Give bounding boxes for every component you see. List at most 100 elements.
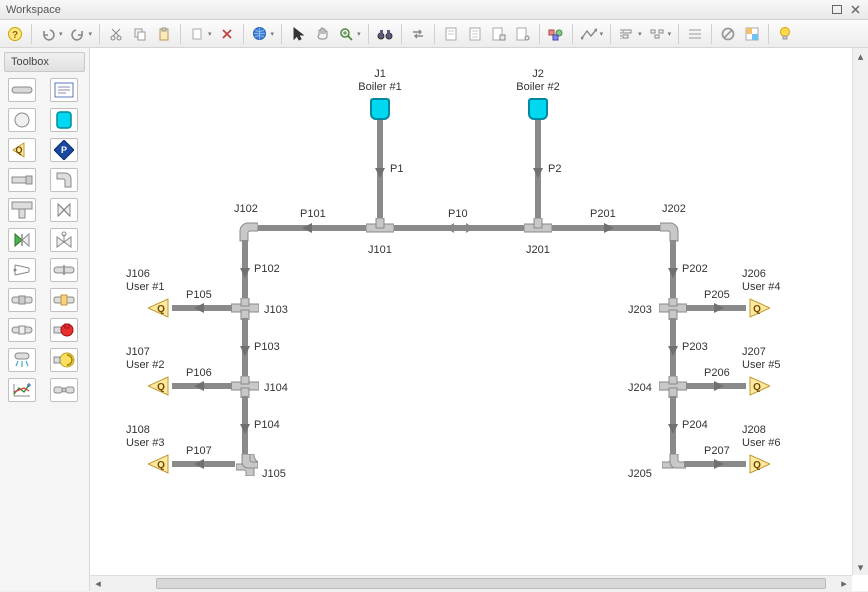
align-icon[interactable] (616, 23, 638, 45)
p10-arrows-icon (446, 221, 474, 235)
user-j206[interactable]: Q (746, 298, 770, 318)
hscroll-thumb[interactable] (156, 578, 826, 589)
list-icon[interactable] (684, 23, 706, 45)
elbow-j202[interactable] (660, 220, 682, 242)
tool-check-valve[interactable] (8, 228, 36, 252)
j101-label: J101 (368, 244, 392, 256)
tee-j101[interactable] (366, 218, 394, 240)
tool-spray[interactable] (8, 348, 36, 372)
help-icon[interactable]: ? (4, 23, 26, 45)
svg-text:Q: Q (157, 382, 165, 393)
dropdown-arrow-icon[interactable]: ▾ (600, 30, 604, 38)
tool-tank[interactable] (50, 108, 78, 132)
tee-j104[interactable] (231, 376, 259, 398)
close-button[interactable] (848, 4, 862, 16)
scroll-right-icon[interactable]: ▸ (836, 576, 852, 591)
undo-icon[interactable] (37, 23, 59, 45)
arrow-icon (667, 422, 679, 434)
vscroll-track[interactable] (853, 64, 868, 559)
boiler2-tank[interactable] (528, 98, 548, 120)
tool-pipe[interactable] (8, 78, 36, 102)
tool-elbow[interactable] (50, 168, 78, 192)
j102-label: J102 (234, 203, 258, 215)
globe-icon[interactable] (249, 23, 271, 45)
dropdown-arrow-icon[interactable]: ▾ (357, 30, 361, 38)
hand-icon[interactable] (311, 23, 333, 45)
scroll-left-icon[interactable]: ◂ (90, 576, 106, 591)
tool-compressor[interactable] (50, 348, 78, 372)
tee-j204[interactable] (659, 376, 687, 398)
main-toolbar: ? ▾ ▾ ▾ ▾ ▾ ▾ ▾ ▾ (0, 20, 868, 48)
boiler1-tank[interactable] (370, 98, 390, 120)
tool-reducer[interactable] (8, 258, 36, 282)
scroll-down-icon[interactable]: ▾ (853, 559, 868, 575)
tool-user-q[interactable]: Q (8, 138, 36, 162)
grid-color-icon[interactable] (741, 23, 763, 45)
cut-icon[interactable] (105, 23, 127, 45)
tool-tee[interactable] (8, 198, 36, 222)
tee-j103[interactable] (231, 298, 259, 320)
doc-lock-icon[interactable] (488, 23, 510, 45)
user-j208[interactable]: Q (746, 454, 770, 474)
page-icon[interactable] (186, 23, 208, 45)
tool-orifice[interactable] (50, 258, 78, 282)
hscroll-track[interactable] (106, 576, 836, 591)
delete-icon[interactable] (216, 23, 238, 45)
redo-icon[interactable] (67, 23, 89, 45)
binoculars-icon[interactable] (374, 23, 396, 45)
pointer-icon[interactable] (287, 23, 309, 45)
tool-heat-exchanger[interactable] (50, 288, 78, 312)
path-icon[interactable] (578, 23, 600, 45)
tool-user-p[interactable]: P (50, 138, 78, 162)
dropdown-arrow-icon[interactable]: ▾ (668, 30, 672, 38)
vertical-scrollbar[interactable]: ▴ ▾ (852, 48, 868, 575)
tool-junction[interactable] (50, 378, 78, 402)
tee-j203[interactable] (659, 298, 687, 320)
canvas[interactable]: J1 Boiler #1 J2 Boiler #2 P1 P2 J101 (90, 48, 852, 575)
pipe-p2-label: P2 (548, 163, 561, 175)
tool-annotation[interactable] (50, 78, 78, 102)
dropdown-arrow-icon[interactable]: ▾ (271, 30, 275, 38)
dropdown-arrow-icon[interactable]: ▾ (208, 30, 212, 38)
tool-joint-h[interactable] (8, 168, 36, 192)
arrow-icon (712, 380, 724, 392)
user-j106[interactable]: Q (148, 298, 172, 318)
swap-icon[interactable] (407, 23, 429, 45)
user-j107[interactable]: Q (148, 376, 172, 396)
doc2-icon[interactable] (464, 23, 486, 45)
paste-icon[interactable] (153, 23, 175, 45)
user-j207[interactable]: Q (746, 376, 770, 396)
titlebar: Workspace (0, 0, 868, 20)
user-j108[interactable]: Q (148, 454, 172, 474)
svg-text:?: ? (12, 30, 18, 41)
dropdown-arrow-icon[interactable]: ▾ (89, 30, 93, 38)
zoom-in-icon[interactable] (335, 23, 357, 45)
copy-icon[interactable] (129, 23, 151, 45)
lightbulb-icon[interactable] (774, 23, 796, 45)
nosign-icon[interactable] (717, 23, 739, 45)
tool-control-valve[interactable] (50, 228, 78, 252)
tool-coupling[interactable] (8, 288, 36, 312)
horizontal-scrollbar[interactable]: ◂ ▸ (90, 575, 852, 591)
elbow-j105b[interactable] (234, 454, 258, 476)
doc-link-icon[interactable] (512, 23, 534, 45)
tool-pump[interactable] (50, 318, 78, 342)
scroll-up-icon[interactable]: ▴ (853, 48, 868, 64)
color-shapes-icon[interactable] (545, 23, 567, 45)
dropdown-arrow-icon[interactable]: ▾ (638, 30, 642, 38)
distribute-icon[interactable] (646, 23, 668, 45)
dropdown-arrow-icon[interactable]: ▾ (59, 30, 63, 38)
elbow-j102[interactable] (236, 220, 258, 242)
arrow-icon (194, 458, 206, 470)
tool-circle[interactable] (8, 108, 36, 132)
tool-valve[interactable] (50, 198, 78, 222)
maximize-button[interactable] (830, 4, 844, 16)
elbow-j205b[interactable] (662, 454, 686, 476)
pipe-p102-label: P102 (254, 263, 280, 275)
tool-flex-connect[interactable] (8, 318, 36, 342)
pipe-p101-label: P101 (300, 208, 326, 220)
j205-label: J205 (628, 468, 652, 480)
doc1-icon[interactable] (440, 23, 462, 45)
tool-chart[interactable] (8, 378, 36, 402)
tee-j201[interactable] (524, 218, 552, 240)
